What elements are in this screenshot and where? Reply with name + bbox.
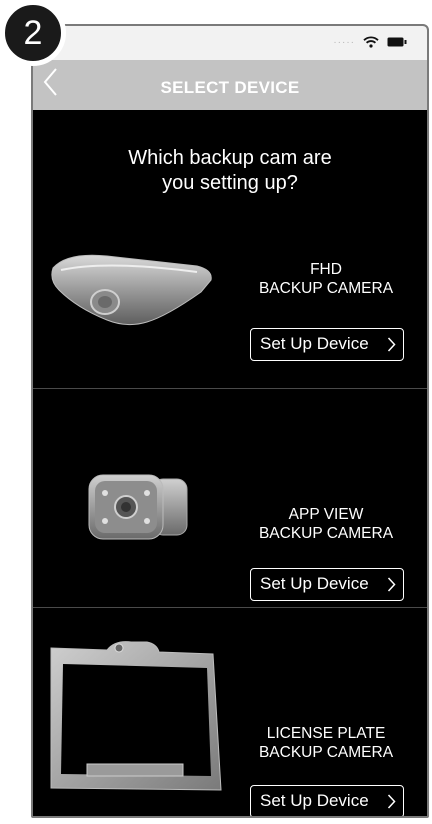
set-up-device-button-app-view[interactable]: Set Up Device	[250, 568, 404, 601]
chevron-right-icon	[387, 794, 396, 809]
status-indicators: ·····	[333, 36, 407, 48]
device-name-line-1: FHD	[310, 261, 342, 278]
device-name-fhd: FHD BACKUP CAMERA	[241, 260, 411, 298]
question-line-1: Which backup cam are	[128, 147, 332, 169]
step-number-badge: 2	[0, 0, 66, 66]
phone-screen: ····· SELECT DEVICE Which backup cam are…	[31, 24, 429, 818]
device-name-line-2: BACKUP CAMERA	[258, 744, 394, 761]
device-name-app-view: APP VIEW BACKUP CAMERA	[241, 505, 411, 543]
button-label: Set Up Device	[260, 334, 369, 353]
license-plate-camera-image	[50, 641, 222, 791]
device-name-line-1: APP VIEW	[288, 506, 364, 523]
set-up-device-button-license-plate[interactable]: Set Up Device	[250, 785, 404, 816]
signal-dots-icon: ·····	[333, 36, 355, 48]
chevron-right-icon	[387, 577, 396, 592]
device-name-license-plate: LICENSE PLATE BACKUP CAMERA	[241, 724, 411, 762]
wifi-icon	[363, 36, 379, 48]
button-label: Set Up Device	[260, 574, 369, 593]
question-line-2: you setting up?	[162, 172, 298, 194]
fhd-camera-image	[51, 254, 212, 326]
battery-icon	[387, 37, 407, 47]
navigation-bar: SELECT DEVICE	[33, 60, 427, 110]
chevron-right-icon	[387, 337, 396, 352]
status-bar: ·····	[33, 26, 427, 60]
device-name-line-2: BACKUP CAMERA	[258, 280, 394, 297]
device-name-line-1: LICENSE PLATE	[266, 725, 386, 742]
device-card-fhd: FHD BACKUP CAMERA Set Up Device	[33, 226, 427, 388]
device-name-line-2: BACKUP CAMERA	[258, 525, 394, 542]
app-view-camera-image	[88, 474, 188, 540]
device-card-license-plate: LICENSE PLATE BACKUP CAMERA Set Up Devic…	[33, 608, 427, 816]
question-heading: Which backup cam are you setting up?	[33, 146, 427, 196]
set-up-device-button-fhd[interactable]: Set Up Device	[250, 328, 404, 361]
button-label: Set Up Device	[260, 791, 369, 810]
page-title: SELECT DEVICE	[160, 78, 300, 97]
device-card-app-view: APP VIEW BACKUP CAMERA Set Up Device	[33, 389, 427, 607]
